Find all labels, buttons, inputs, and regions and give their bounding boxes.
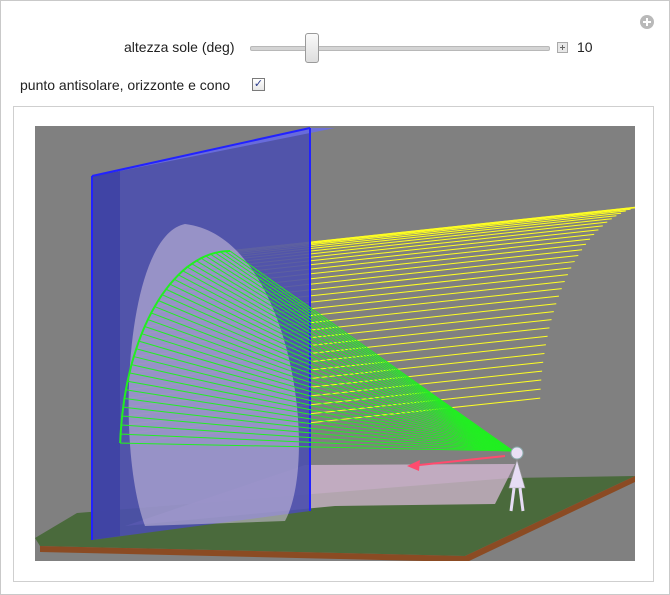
slider-thumb[interactable]	[305, 33, 319, 63]
wall-side	[92, 171, 120, 540]
plus-box-icon[interactable]	[557, 42, 568, 53]
sun-height-slider[interactable]	[250, 46, 550, 51]
plus-circle-icon[interactable]	[640, 15, 654, 29]
check-icon: ✓	[253, 78, 264, 90]
slider-value: 10	[577, 39, 593, 55]
slider-label: altezza sole (deg)	[124, 39, 235, 55]
antisolar-checkbox[interactable]: ✓	[252, 78, 265, 91]
3d-scene[interactable]	[35, 126, 635, 561]
checkbox-label: punto antisolare, orizzonte e cono	[20, 77, 231, 93]
